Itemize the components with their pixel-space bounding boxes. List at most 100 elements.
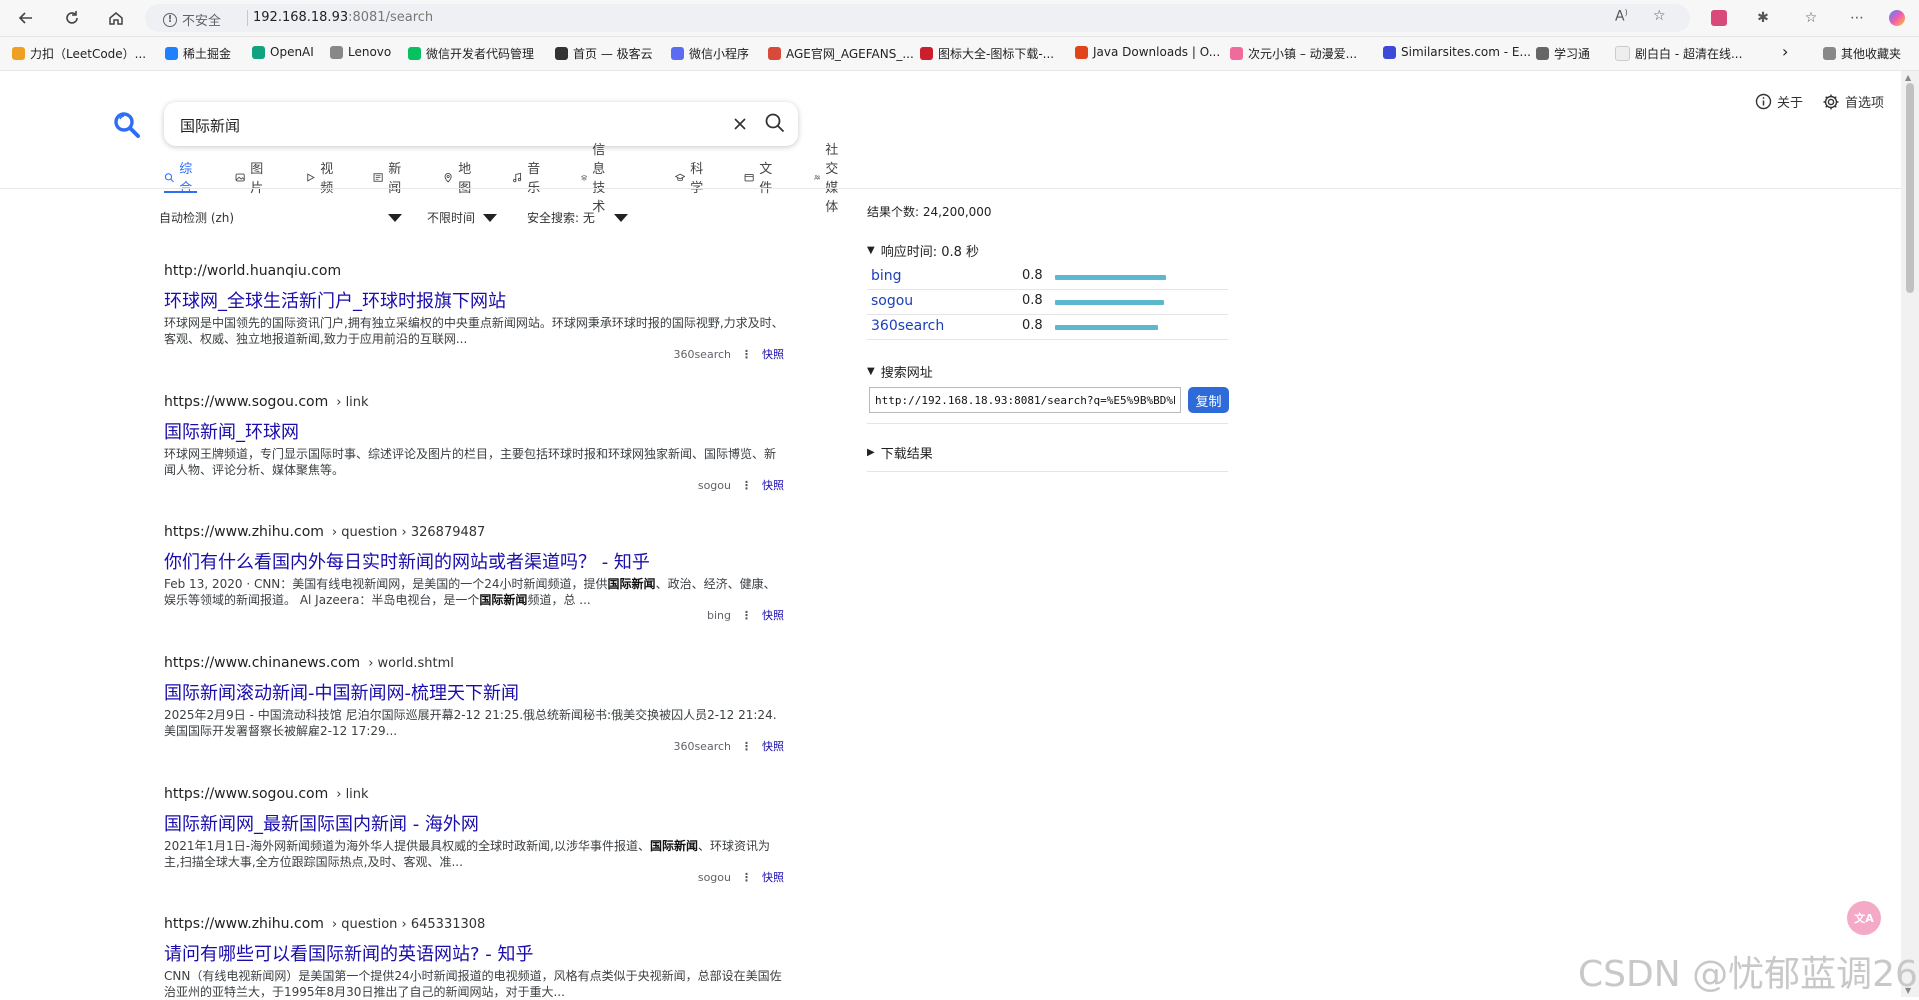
engine-name[interactable]: sogou bbox=[871, 293, 913, 309]
search-url-toggle[interactable]: ▼ 搜索网址 bbox=[867, 362, 933, 381]
tab-label: 文件 bbox=[759, 162, 773, 196]
bookmark-item[interactable]: 学习通 bbox=[1536, 45, 1590, 62]
result-url[interactable]: https://www.zhihu.com › question › 645331… bbox=[164, 916, 784, 936]
vertical-dots-icon[interactable]: ⋮ bbox=[741, 609, 752, 622]
bookmark-label: 稀土掘金 bbox=[183, 47, 232, 61]
bookmark-item[interactable]: 稀土掘金 bbox=[165, 45, 231, 62]
vertical-dots-icon[interactable]: ⋮ bbox=[741, 479, 752, 492]
bookmark-item[interactable]: 微信开发者代码管理 bbox=[408, 45, 534, 62]
result-title-link[interactable]: 国际新闻网_最新国际国内新闻 - 海外网 bbox=[164, 810, 784, 835]
search-icon bbox=[765, 113, 785, 133]
tab-5[interactable]: 音乐 bbox=[512, 162, 545, 196]
result-url[interactable]: https://www.sogou.com › link bbox=[164, 786, 784, 806]
result-title-link[interactable]: 请问有哪些可以看国际新闻的英语网站? - 知乎 bbox=[164, 940, 784, 965]
search-url-field[interactable] bbox=[869, 387, 1181, 413]
result-title-link[interactable]: 国际新闻_环球网 bbox=[164, 418, 784, 443]
engine-name[interactable]: 360search bbox=[871, 318, 944, 334]
search-input[interactable] bbox=[178, 112, 722, 138]
result-snapshot-link[interactable]: 快照 bbox=[762, 346, 784, 362]
bookmark-item[interactable]: Lenovo bbox=[330, 45, 391, 59]
language-select[interactable]: 自动检测 (zh) bbox=[159, 209, 402, 226]
clear-search-button[interactable] bbox=[731, 112, 749, 138]
reload-button[interactable] bbox=[60, 6, 84, 30]
copilot-icon[interactable] bbox=[1886, 7, 1908, 29]
response-time-label: 响应时间: 0.8 秒 bbox=[880, 245, 980, 260]
result-snapshot-link[interactable]: 快照 bbox=[762, 477, 784, 493]
about-link[interactable]: 关于 bbox=[1755, 92, 1803, 111]
tab-1[interactable]: 图片 bbox=[235, 162, 268, 196]
bookmark-item[interactable]: 力扣（LeetCode）... bbox=[12, 45, 146, 62]
result-snapshot-link[interactable]: 快照 bbox=[762, 869, 784, 885]
more-menu-icon[interactable]: ⋯ bbox=[1846, 7, 1868, 29]
bookmark-item[interactable]: 首页 — 极客云 bbox=[555, 45, 653, 62]
read-aloud-icon[interactable]: A) bbox=[1615, 8, 1628, 25]
extension-badge-icon[interactable] bbox=[1708, 7, 1730, 29]
extensions-puzzle-icon[interactable]: ✱ bbox=[1752, 7, 1774, 29]
result-snapshot-link[interactable]: 快照 bbox=[762, 607, 784, 623]
bookmark-item[interactable]: 微信小程序 bbox=[671, 45, 749, 62]
bookmark-item[interactable]: 次元小镇 – 动漫爱... bbox=[1230, 45, 1357, 62]
tab-2[interactable]: 视频 bbox=[305, 162, 338, 196]
result-meta: sogou ⋮ 快照 bbox=[698, 477, 784, 493]
result-meta: sogou ⋮ 快照 bbox=[698, 869, 784, 885]
time-range-select[interactable]: 不限时间 bbox=[427, 209, 498, 226]
bookmarks-overflow-icon[interactable]: › bbox=[1782, 42, 1788, 61]
scroll-thumb[interactable] bbox=[1906, 83, 1914, 293]
result-engine: sogou bbox=[697, 870, 731, 884]
download-results-toggle[interactable]: ▶ 下载结果 bbox=[867, 443, 933, 462]
bookmark-favicon-icon bbox=[768, 47, 781, 60]
tab-8[interactable]: 文件 bbox=[744, 162, 777, 196]
graduation-cap-icon bbox=[675, 173, 686, 181]
result-url[interactable]: https://www.chinanews.com › world.shtml bbox=[164, 655, 784, 675]
bookmark-item[interactable]: 剧白白 - 超清在线... bbox=[1615, 45, 1742, 62]
result-snapshot-link[interactable]: 快照 bbox=[762, 738, 784, 754]
preferences-label: 首选项 bbox=[1845, 96, 1885, 111]
vertical-dots-icon[interactable]: ⋮ bbox=[741, 740, 752, 753]
bookmark-item[interactable]: Similarsites.com - E... bbox=[1383, 45, 1531, 59]
bookmark-label: 剧白白 - 超清在线... bbox=[1635, 47, 1743, 61]
bookmark-item[interactable]: OpenAI bbox=[252, 45, 314, 59]
tab-6[interactable]: 信息技术 bbox=[581, 143, 614, 215]
app-logo-search-icon[interactable] bbox=[112, 110, 142, 140]
music-icon bbox=[513, 172, 522, 182]
bookmark-item[interactable]: Java Downloads | O... bbox=[1075, 45, 1220, 59]
vertical-dots-icon[interactable]: ⋮ bbox=[741, 348, 752, 361]
tab-7[interactable]: 科学 bbox=[675, 162, 708, 196]
result-path: › question › 645331308 bbox=[331, 917, 486, 932]
home-button[interactable] bbox=[104, 6, 128, 30]
search-result: https://www.zhihu.com › question › 645331… bbox=[164, 916, 784, 1000]
tab-4[interactable]: 地图 bbox=[443, 162, 476, 196]
reload-icon bbox=[66, 11, 78, 24]
bookmark-item[interactable]: 其他收藏夹 bbox=[1823, 45, 1901, 62]
favorites-list-icon[interactable]: ☆ bbox=[1800, 7, 1822, 29]
bookmark-item[interactable]: AGE官网_AGEFANS_... bbox=[768, 45, 914, 62]
url-text[interactable]: 192.168.18.93:8081/search bbox=[253, 10, 433, 25]
page-scrollbar[interactable]: ▲ ▼ bbox=[1901, 71, 1919, 997]
watermark: CSDN @忧郁蓝调26 bbox=[1578, 954, 1918, 995]
engine-name[interactable]: bing bbox=[871, 268, 902, 284]
result-title-link[interactable]: 环球网_全球生活新门户_环球时报旗下网站 bbox=[164, 287, 784, 312]
safe-search-select[interactable]: 安全搜索: 无 bbox=[527, 209, 628, 226]
search-button[interactable] bbox=[764, 112, 788, 136]
tab-9[interactable]: 社交媒体 bbox=[814, 143, 847, 215]
result-title-link[interactable]: 你们有什么看国内外每日实时新闻的网站或者渠道吗？ - 知乎 bbox=[164, 548, 784, 573]
engine-time-bar bbox=[1055, 300, 1164, 305]
engine-time-bar bbox=[1055, 275, 1166, 280]
security-warning[interactable]: ! 不安全 bbox=[163, 10, 221, 29]
result-url[interactable]: https://www.sogou.com › link bbox=[164, 394, 784, 414]
scroll-up-icon[interactable]: ▲ bbox=[1905, 73, 1911, 82]
copy-url-button[interactable]: 复制 bbox=[1188, 387, 1229, 413]
result-url[interactable]: https://www.zhihu.com › question › 326879… bbox=[164, 524, 784, 544]
bookmark-label: 微信开发者代码管理 bbox=[426, 47, 535, 61]
vertical-dots-icon[interactable]: ⋮ bbox=[741, 871, 752, 884]
preferences-link[interactable]: 首选项 bbox=[1822, 92, 1884, 111]
result-title-link[interactable]: 国际新闻滚动新闻-中国新闻网-梳理天下新闻 bbox=[164, 679, 784, 704]
result-url[interactable]: http://world.huanqiu.com bbox=[164, 263, 784, 283]
address-bar[interactable]: ! 不安全 192.168.18.93:8081/search A) ☆ bbox=[145, 4, 1690, 32]
favorite-star-icon[interactable]: ☆ bbox=[1653, 8, 1666, 24]
back-button[interactable] bbox=[14, 6, 38, 30]
bookmark-item[interactable]: 图标大全-图标下载-... bbox=[920, 45, 1054, 62]
translate-badge-icon[interactable]: 文A bbox=[1847, 901, 1881, 935]
response-time-toggle[interactable]: ▼ 响应时间: 0.8 秒 bbox=[867, 241, 979, 260]
tab-3[interactable]: 新闻 bbox=[373, 162, 406, 196]
